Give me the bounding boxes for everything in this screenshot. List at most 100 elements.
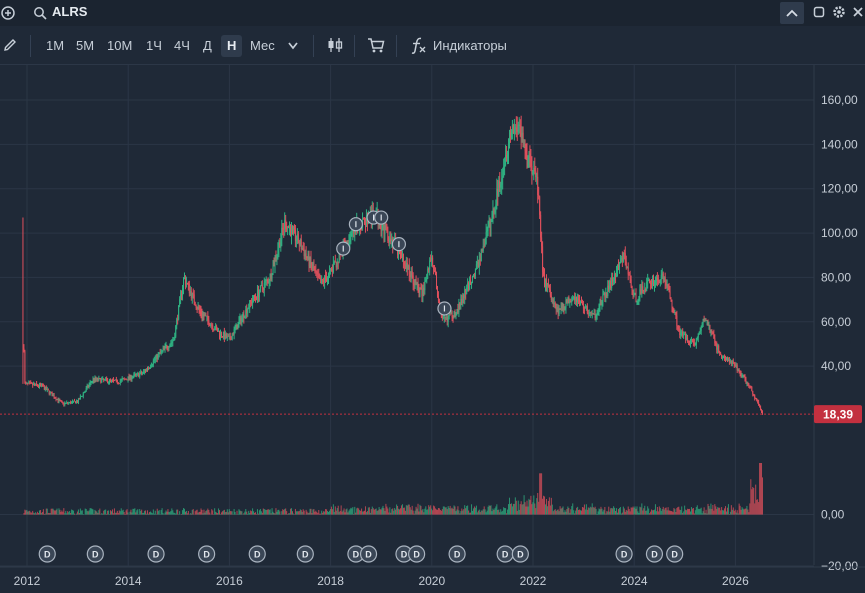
- candle-body: [199, 310, 201, 312]
- interval-1h[interactable]: 1Ч: [142, 35, 166, 57]
- candle-body: [71, 402, 73, 404]
- volume-bar: [214, 508, 216, 515]
- volume-bar: [469, 512, 471, 515]
- candle-body: [381, 225, 383, 230]
- candle-body: [477, 261, 479, 268]
- volume-bar: [34, 513, 36, 515]
- volume-bar: [601, 508, 603, 515]
- candle-body: [482, 245, 484, 251]
- volume-bar: [727, 504, 729, 515]
- volume-bar: [565, 511, 567, 515]
- chevron-down-icon[interactable]: [287, 41, 299, 51]
- candle-body: [253, 295, 255, 301]
- volume-bar: [653, 510, 655, 515]
- interval-week[interactable]: Н: [221, 35, 243, 57]
- volume-bar: [697, 508, 699, 515]
- candle-body: [255, 297, 257, 299]
- volume-bar: [588, 508, 590, 515]
- volume-bar: [162, 513, 164, 515]
- interval-1m[interactable]: 1M: [42, 35, 68, 57]
- candle-body: [247, 308, 249, 314]
- maximize-icon[interactable]: [813, 6, 825, 18]
- volume-bar: [384, 510, 386, 515]
- volume-bar: [89, 508, 91, 515]
- volume-bar: [111, 509, 113, 515]
- candle-body: [433, 265, 435, 270]
- volume-bar: [324, 511, 326, 515]
- candle-body: [594, 314, 596, 319]
- candlestick-icon[interactable]: [326, 36, 344, 54]
- add-circle-icon[interactable]: [0, 5, 16, 21]
- gear-icon[interactable]: [832, 5, 846, 19]
- candle-body: [390, 238, 392, 242]
- interval-10m[interactable]: 10M: [103, 35, 136, 57]
- volume-bar: [295, 511, 297, 515]
- volume-bar: [428, 505, 430, 515]
- interval-4h[interactable]: 4Ч: [170, 35, 194, 57]
- candle-body: [267, 280, 269, 283]
- candle-body: [237, 323, 239, 330]
- candle-body: [524, 146, 526, 152]
- volume-bar: [383, 508, 385, 515]
- candle-body: [282, 227, 284, 230]
- interval-day[interactable]: Д: [199, 35, 216, 57]
- candle-body: [391, 238, 393, 242]
- volume-bar: [499, 512, 501, 515]
- candle-body: [192, 292, 194, 295]
- volume-bar: [692, 507, 694, 515]
- volume-bar: [553, 510, 555, 515]
- volume-bar: [123, 512, 125, 515]
- candle-body: [683, 334, 685, 336]
- volume-bar: [417, 503, 419, 515]
- indicators-button[interactable]: Индикаторы: [429, 35, 511, 57]
- volume-bar: [118, 510, 120, 515]
- function-icon[interactable]: [409, 36, 427, 54]
- volume-bar: [52, 508, 54, 515]
- volume-bar: [634, 506, 636, 515]
- pencil-icon[interactable]: [2, 37, 18, 53]
- symbol-input[interactable]: ALRS: [52, 4, 87, 19]
- candle-body: [81, 395, 83, 397]
- candle-body: [219, 331, 221, 337]
- search-icon[interactable]: [33, 6, 47, 20]
- candle-body: [310, 257, 312, 265]
- close-icon[interactable]: [851, 5, 865, 19]
- volume-bar: [338, 511, 340, 515]
- candle-body: [318, 274, 320, 279]
- candle-body: [256, 289, 258, 299]
- time-axis[interactable]: 2012 2014 2016 2018 2020 2022 2024 2026: [14, 574, 749, 588]
- volume-bar: [207, 508, 209, 515]
- price-chart[interactable]: DDDDDDDDDDDDDDDD 160,00140,00120,00100,0…: [0, 65, 865, 593]
- volume-bar: [45, 508, 47, 515]
- candle-body: [581, 302, 583, 306]
- candle-body: [145, 370, 147, 372]
- volume-bar: [481, 510, 483, 515]
- volume-bar: [147, 513, 149, 515]
- volume-bar: [709, 508, 711, 515]
- interval-month[interactable]: Мес: [246, 35, 279, 57]
- candle-body: [39, 384, 41, 386]
- volume-bar: [268, 509, 270, 515]
- volume-bar: [140, 510, 142, 515]
- volume-bar: [577, 506, 579, 515]
- cart-icon[interactable]: [367, 36, 385, 54]
- candle-body: [321, 278, 323, 284]
- volume-bar: [433, 505, 435, 515]
- candle-body: [519, 124, 521, 127]
- volume-bar: [113, 508, 115, 515]
- candle-body: [688, 341, 690, 343]
- candle-body: [238, 321, 240, 324]
- volume-bar: [614, 507, 616, 515]
- volume-bar: [569, 512, 571, 515]
- volume-bar: [688, 508, 690, 515]
- candle-body: [198, 307, 200, 311]
- volume-bar: [315, 510, 317, 515]
- volume-bar: [333, 511, 335, 515]
- collapse-button[interactable]: [780, 2, 804, 24]
- candle-body: [320, 279, 322, 284]
- candle-body: [650, 283, 652, 285]
- candle-body: [437, 295, 439, 302]
- interval-5m[interactable]: 5M: [72, 35, 98, 57]
- volume-bar: [127, 512, 129, 515]
- volume-bar: [576, 507, 578, 515]
